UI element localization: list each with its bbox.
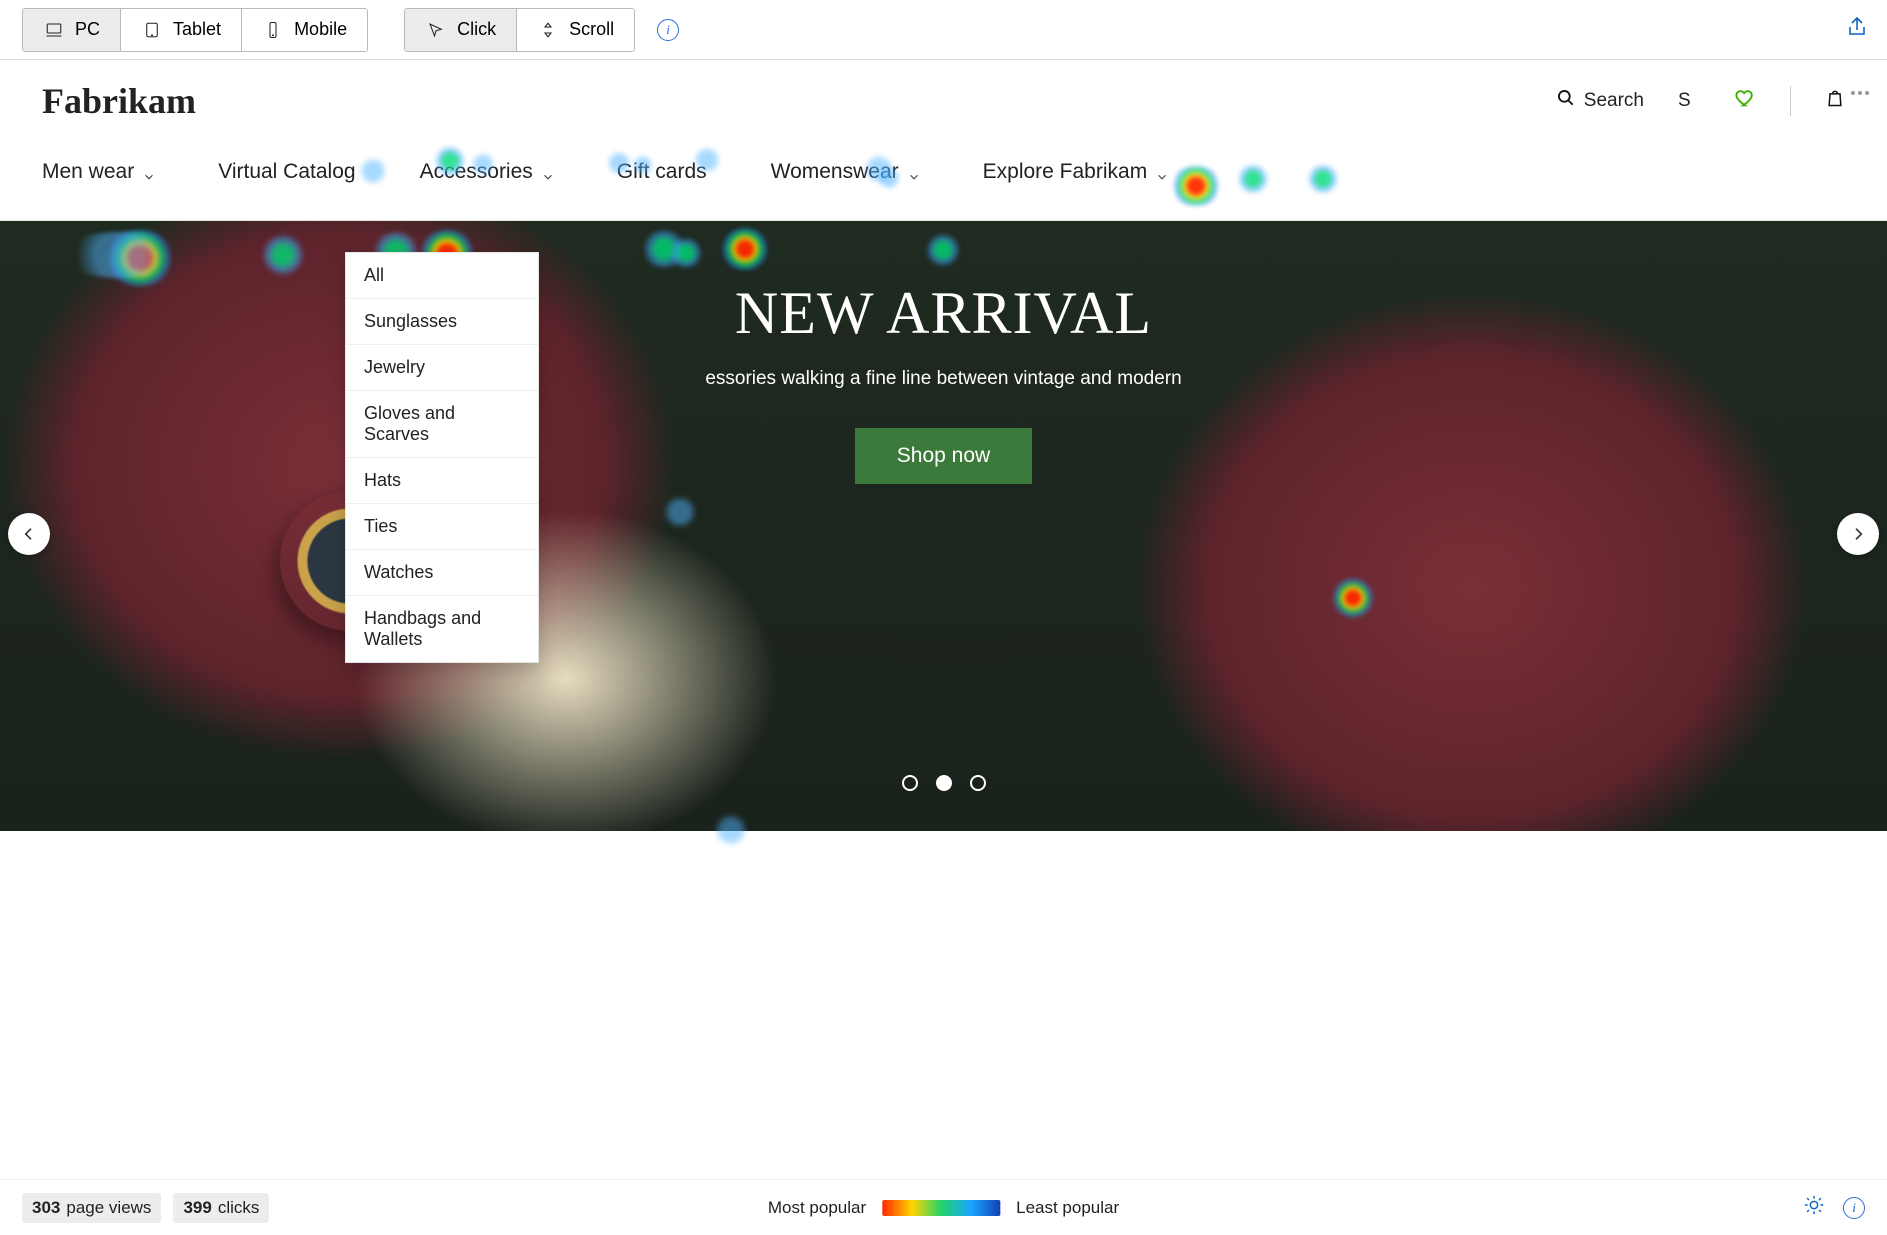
nav-label-womenswear: Womenswear <box>771 160 899 184</box>
page-preview: Fabrikam Search S Men <box>0 60 1887 1179</box>
tablet-icon <box>141 21 163 39</box>
nav-item-virtual[interactable]: Virtual Catalog <box>218 160 355 184</box>
brightness-icon[interactable] <box>1803 1194 1825 1221</box>
mobile-icon <box>262 21 284 39</box>
chevron-down-icon <box>907 166 919 178</box>
device-tablet-label: Tablet <box>173 19 221 40</box>
account-icon[interactable]: S <box>1678 90 1700 112</box>
nav-label-virtual: Virtual Catalog <box>218 160 355 184</box>
mode-scroll-label: Scroll <box>569 19 614 40</box>
device-mobile-button[interactable]: Mobile <box>241 9 367 51</box>
accessories-menu-item[interactable]: Gloves and Scarves <box>346 391 538 458</box>
search-icon <box>1556 88 1576 114</box>
carousel-dot[interactable] <box>902 775 918 791</box>
nav-item-explore[interactable]: Explore Fabrikam <box>983 160 1168 184</box>
wishlist-heart-icon[interactable] <box>1734 87 1756 115</box>
chevron-down-icon <box>142 166 154 178</box>
search-label: Search <box>1584 90 1644 112</box>
hero-title: NEW ARRIVAL <box>735 279 1152 348</box>
shopping-bag-icon[interactable] <box>1825 87 1845 115</box>
brand-logo[interactable]: Fabrikam <box>42 80 196 122</box>
accessories-dropdown: AllSunglassesJewelryGloves and ScarvesHa… <box>345 252 539 663</box>
carousel-dot[interactable] <box>970 775 986 791</box>
legend-least-label: Least popular <box>1016 1198 1119 1218</box>
analytics-toolbar: PC Tablet Mobile Click Scroll i <box>0 0 1887 60</box>
mode-toggle-group: Click Scroll <box>404 8 635 52</box>
clicks-count: 399 <box>183 1198 211 1218</box>
chevron-down-icon <box>541 166 553 178</box>
page-views-label: page views <box>66 1198 151 1218</box>
nav-item-womenswear[interactable]: Womenswear <box>771 160 919 184</box>
device-pc-button[interactable]: PC <box>23 9 120 51</box>
info-icon[interactable]: i <box>657 19 679 41</box>
carousel-dots <box>902 775 986 791</box>
nav-item-accessories[interactable]: Accessories <box>420 160 553 184</box>
clicks-label: clicks <box>218 1198 260 1218</box>
popularity-legend: Most popular Least popular <box>768 1198 1119 1218</box>
mode-scroll-button[interactable]: Scroll <box>516 9 634 51</box>
nav-label-explore: Explore Fabrikam <box>983 160 1148 184</box>
nav-label-giftcards: Gift cards <box>617 160 707 184</box>
accessories-menu-item[interactable]: Hats <box>346 458 538 504</box>
mode-click-label: Click <box>457 19 496 40</box>
share-icon[interactable] <box>1845 15 1869 44</box>
accessories-menu-item[interactable]: Ties <box>346 504 538 550</box>
nav-label-accessories: Accessories <box>420 160 533 184</box>
accessories-menu-item[interactable]: Watches <box>346 550 538 596</box>
accessories-menu-item[interactable]: Sunglasses <box>346 299 538 345</box>
page-views-count: 303 <box>32 1198 60 1218</box>
accessories-menu-item[interactable]: All <box>346 253 538 299</box>
legend-spectrum <box>882 1200 1000 1216</box>
chevron-down-icon <box>1155 166 1167 178</box>
nav-item-giftcards[interactable]: Gift cards <box>617 160 707 184</box>
legend-most-label: Most popular <box>768 1198 866 1218</box>
accessories-menu-item[interactable]: Handbags and Wallets <box>346 596 538 662</box>
site-header: Fabrikam Search S Men <box>0 60 1887 221</box>
hero-banner: NEW ARRIVAL essories walking a fine line… <box>0 221 1887 831</box>
nav-item-menwear[interactable]: Men wear <box>42 160 154 184</box>
shop-now-button[interactable]: Shop now <box>855 428 1032 484</box>
mode-click-button[interactable]: Click <box>405 9 516 51</box>
hero-subtitle: essories walking a fine line between vin… <box>705 368 1181 390</box>
clicks-pill: 399 clicks <box>173 1193 269 1223</box>
device-mobile-label: Mobile <box>294 19 347 40</box>
more-dots-icon[interactable] <box>1851 91 1869 95</box>
page-views-pill: 303 page views <box>22 1193 161 1223</box>
pc-icon <box>43 21 65 39</box>
click-icon <box>425 21 447 39</box>
primary-nav: Men wear Virtual Catalog Accessories Gift c… <box>42 142 1845 202</box>
analytics-footer: 303 page views 399 clicks Most popular L… <box>0 1179 1887 1235</box>
nav-label-menwear: Men wear <box>42 160 134 184</box>
device-pc-label: PC <box>75 19 100 40</box>
accessories-menu-item[interactable]: Jewelry <box>346 345 538 391</box>
carousel-prev-button[interactable] <box>8 513 50 555</box>
search-action[interactable]: Search <box>1556 88 1644 114</box>
scroll-icon <box>537 21 559 39</box>
divider <box>1790 86 1791 116</box>
carousel-next-button[interactable] <box>1837 513 1879 555</box>
device-toggle-group: PC Tablet Mobile <box>22 8 368 52</box>
device-tablet-button[interactable]: Tablet <box>120 9 241 51</box>
carousel-dot[interactable] <box>936 775 952 791</box>
footer-info-icon[interactable]: i <box>1843 1197 1865 1219</box>
